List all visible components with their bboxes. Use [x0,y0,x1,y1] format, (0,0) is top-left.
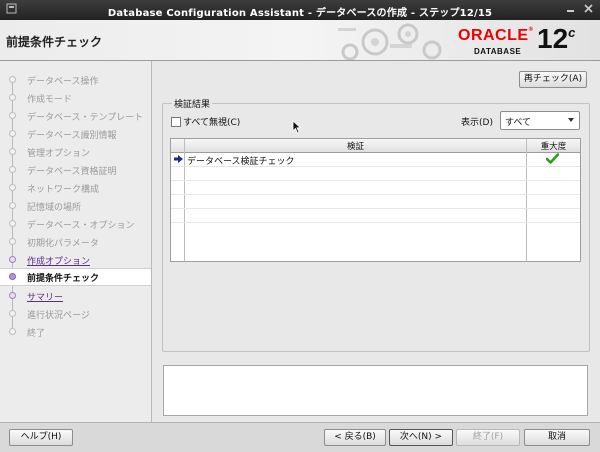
check-name-cell: データベース検証チェック [187,157,295,167]
step-indicator-icon [9,202,16,209]
sidebar-item[interactable]: 前提条件チェック [0,268,151,286]
mouse-pointer-icon [292,120,302,134]
close-icon[interactable] [582,3,595,16]
ignore-all-checkbox[interactable] [171,117,181,127]
arrow-right-icon[interactable] [174,155,183,166]
ignore-all-label[interactable]: すべて無視(C) [183,115,240,128]
sidebar-item: 終了 [0,323,151,341]
step-indicator-icon [9,328,16,335]
column-header-severity[interactable]: 重大度 [527,140,580,152]
sidebar-item-label: 記憶域の場所 [27,203,82,213]
sidebar-item-label: データベース操作 [27,77,99,87]
table-row [171,209,580,223]
window-title: Database Configuration Assistant - データベー… [107,8,493,19]
sidebar-item-label: 作成オプション [27,257,91,267]
step-indicator-icon [9,166,16,173]
sidebar-item: データベース操作 [0,71,151,89]
sidebar-item-label: データベース識別情報 [27,131,117,141]
oracle-logo: ORACLE® [458,27,534,44]
step-indicator-icon [9,310,16,317]
check-icon [545,153,560,167]
footer-bar: ヘルプ(H) < 戻る(B) 次へ(N) > 終了(F) 取消 [0,422,600,452]
dbca-window: Database Configuration Assistant - データベー… [0,0,600,452]
sidebar-item-label: 初期化パラメータ [27,239,99,249]
step-indicator-icon [9,112,16,119]
sidebar-item-label: 前提条件チェック [27,274,100,284]
sidebar-item-label: データベース資格証明 [27,167,117,177]
chevron-down-icon [568,118,574,122]
sidebar-item: データベース識別情報 [0,125,151,143]
step-indicator-icon [9,94,16,101]
sidebar-item: データベース・オプション [0,215,151,233]
help-button[interactable]: ヘルプ(H) [9,429,73,446]
details-pane[interactable] [163,365,588,416]
title-bar[interactable]: Database Configuration Assistant - データベー… [0,0,600,20]
sidebar-item[interactable]: 作成オプション [0,251,151,269]
table-row[interactable]: データベース検証チェック [171,153,580,167]
gears-decoration-icon [338,23,442,60]
step-indicator-icon [9,292,16,299]
sidebar-item-label: ネットワーク構成 [27,185,100,195]
next-button[interactable]: 次へ(N) > [389,429,453,446]
show-filter-value: すべて [505,118,532,128]
table-row [171,195,580,209]
sidebar-item: 作成モード [0,89,151,107]
database-logo-text: DATABASE [474,47,522,56]
sidebar-item: 記憶域の場所 [0,197,151,215]
sidebar-item-label: 管理オプション [27,149,91,159]
back-button[interactable]: < 戻る(B) [324,429,386,446]
step-indicator-icon [9,256,16,263]
steps-sidebar: データベース操作 作成モードデータベース・テンプレート データベース識別情報 管理オプ… [0,61,152,422]
sidebar-item: ネットワーク構成 [0,179,151,197]
sidebar-item: 初期化パラメータ [0,233,151,251]
finish-button[interactable]: 終了(F) [456,429,520,446]
sidebar-item-label: 終了 [27,329,46,339]
sidebar-item: データベース・テンプレート [0,107,151,125]
group-title: 検証結果 [172,97,213,110]
sidebar-item-label: データベース・オプション [27,221,135,231]
sidebar-item-label: サマリー [27,293,64,303]
results-table: 検証 重大度 データベース検証チェック [170,138,581,262]
step-indicator-icon [9,220,16,227]
step-indicator-icon [9,130,16,137]
version-logo: 12c [537,23,576,54]
recheck-button[interactable]: 再チェック(A) [519,71,587,88]
table-row [171,167,580,181]
step-indicator-icon [9,184,16,191]
sidebar-item-label: データベース・テンプレート [27,113,144,123]
page-title: 前提条件チェック [6,35,103,49]
sidebar-item-label: 進行状況ページ [27,311,90,321]
header-banner: 前提条件チェック ORACLE® DATABASE 12c [0,20,600,61]
show-filter-label: 表示(D) [461,118,493,128]
minimize-icon[interactable] [564,3,577,16]
sidebar-item: データベース資格証明 [0,161,151,179]
cancel-button[interactable]: 取消 [524,429,590,446]
table-header: 検証 重大度 [171,139,580,153]
sidebar-item: 進行状況ページ [0,305,151,323]
sidebar-item-label: 作成モード [27,95,73,105]
sidebar-item: 管理オプション [0,143,151,161]
main-panel: 再チェック(A) 検証結果 すべて無視(C) 表示(D) すべて 検証 重大度 … [152,61,600,422]
table-row [171,181,580,195]
step-indicator-icon [9,238,16,245]
step-indicator-icon [9,273,16,280]
column-header-check[interactable]: 検証 [185,140,526,152]
show-filter-select[interactable]: すべて [500,111,580,130]
step-indicator-icon [9,76,16,83]
step-indicator-icon [9,148,16,155]
sidebar-item[interactable]: サマリー [0,287,151,305]
